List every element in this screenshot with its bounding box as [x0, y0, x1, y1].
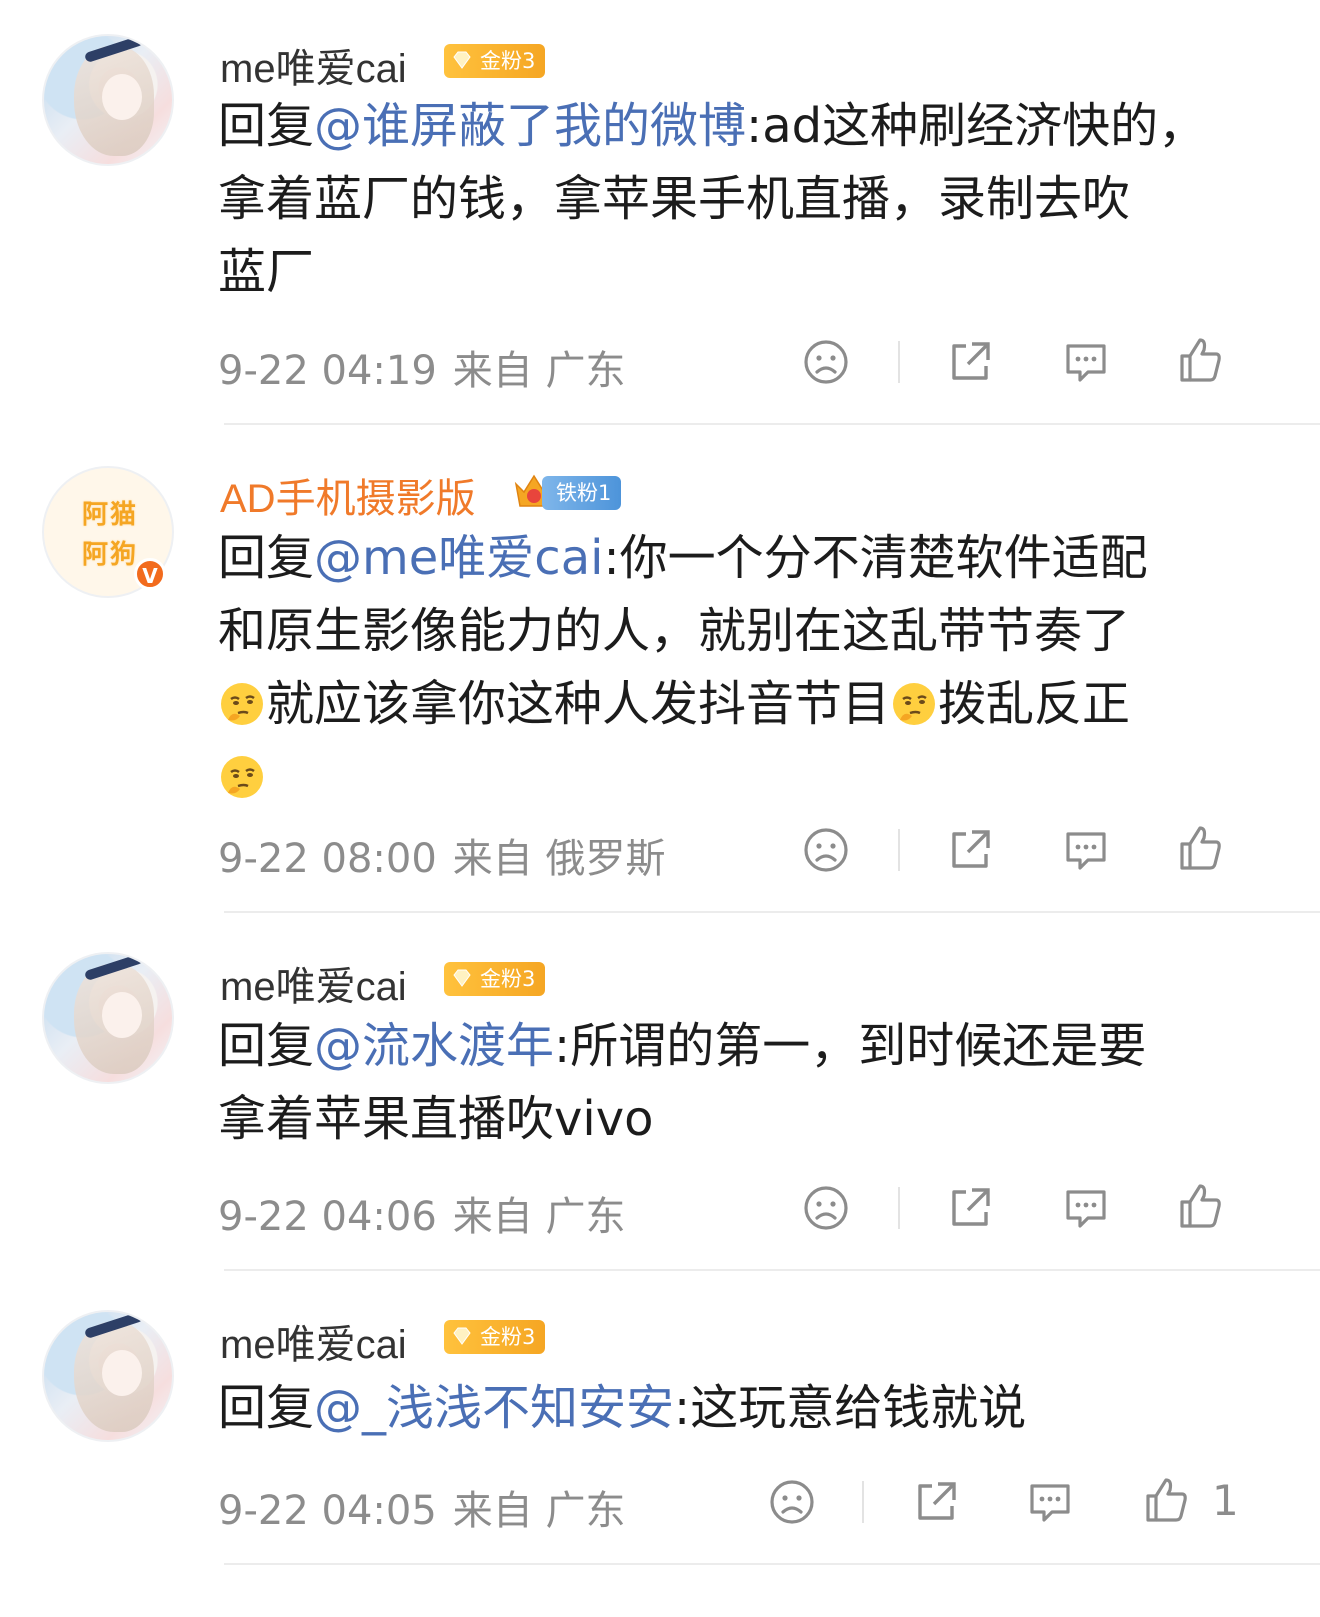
share-icon[interactable]: [944, 336, 996, 388]
username[interactable]: AD手机摄影版: [220, 466, 476, 524]
frown-icon[interactable]: [800, 1182, 852, 1234]
timestamp: 9-22 04:06: [218, 1194, 437, 1240]
comment-text: 回复@谁屏蔽了我的微博:ad这种刷经济快的， 拿着蓝厂的钱，拿苹果手机直播，录制…: [218, 98, 1207, 300]
avatar[interactable]: [42, 1310, 174, 1442]
divider: [224, 911, 1320, 913]
share-icon[interactable]: [910, 1476, 962, 1528]
thinking-face-emoji: [893, 683, 936, 725]
divider: [224, 1563, 1320, 1565]
fan-badge: 金粉3: [444, 44, 546, 78]
thumbs-up-icon[interactable]: [1174, 1180, 1226, 1232]
like-count: 1: [1212, 1476, 1239, 1525]
divider: [862, 1481, 864, 1523]
divider: [898, 341, 900, 383]
thinking-face-emoji: [221, 756, 263, 798]
timestamp: 9-22 04:05: [218, 1488, 437, 1534]
gem-icon: [453, 1327, 471, 1345]
avatar-text: 阿猫: [81, 500, 138, 530]
frown-icon[interactable]: [766, 1476, 818, 1528]
thumbs-up-icon[interactable]: [1140, 1474, 1192, 1526]
fan-badge: 铁粉1: [542, 476, 622, 510]
reply-prefix: 回复: [218, 98, 315, 154]
avatar[interactable]: [42, 952, 174, 1084]
reply-prefix: 回复: [218, 530, 315, 586]
reply-prefix: 回复: [218, 1380, 315, 1436]
comment-icon[interactable]: [1060, 336, 1112, 388]
share-icon[interactable]: [944, 824, 996, 876]
username[interactable]: me唯爱cai: [220, 1312, 407, 1370]
frown-icon[interactable]: [800, 824, 852, 876]
verified-badge: V: [134, 558, 166, 590]
thumbs-up-icon[interactable]: [1174, 334, 1226, 386]
mention-link[interactable]: @me唯爱cai: [314, 530, 603, 586]
thumbs-up-icon[interactable]: [1174, 822, 1226, 874]
username[interactable]: me唯爱cai: [220, 36, 407, 94]
comment-icon[interactable]: [1060, 1182, 1112, 1234]
fan-badge: 金粉3: [444, 962, 546, 996]
comment-text: 回复@me唯爱cai:你一个分不清楚软件适配 和原生影像能力的人，就别在这乱带节…: [218, 522, 1258, 814]
source-location: 来自 俄罗斯: [452, 836, 666, 882]
source-location: 来自 广东: [452, 1488, 626, 1534]
mention-link[interactable]: @流水渡年: [314, 1018, 554, 1074]
avatar-text: 阿狗: [81, 540, 138, 570]
avatar[interactable]: [42, 34, 174, 166]
comment-icon[interactable]: [1060, 824, 1112, 876]
comment-meta: 9-22 04:06 来自 广东: [218, 1184, 626, 1242]
source-location: 来自 广东: [452, 1194, 626, 1240]
divider: [224, 423, 1320, 425]
comment-text: 回复@流水渡年:所谓的第一，到时候还是要 拿着苹果直播吹vivo: [218, 1018, 1147, 1147]
username[interactable]: me唯爱cai: [220, 954, 407, 1012]
comment-icon[interactable]: [1024, 1476, 1076, 1528]
reply-prefix: 回复: [218, 1018, 315, 1074]
mention-link[interactable]: @谁屏蔽了我的微博: [314, 98, 746, 154]
thinking-face-emoji: [221, 683, 263, 725]
frown-icon[interactable]: [800, 336, 852, 388]
divider: [898, 1187, 900, 1229]
comment-meta: 9-22 04:19 来自 广东: [218, 338, 626, 396]
divider: [224, 1269, 1320, 1271]
gem-icon: [453, 51, 471, 69]
divider: [898, 829, 900, 871]
comment-meta: 9-22 08:00 来自 俄罗斯: [218, 826, 666, 884]
mention-link[interactable]: @_浅浅不知安安: [314, 1380, 674, 1436]
timestamp: 9-22 08:00: [218, 836, 437, 882]
source-location: 来自 广东: [452, 348, 626, 394]
fan-badge: 金粉3: [444, 1320, 546, 1354]
comment-text: 回复@_浅浅不知安安:这玩意给钱就说: [218, 1380, 1027, 1436]
gem-icon: [453, 969, 471, 987]
timestamp: 9-22 04:19: [218, 348, 437, 394]
share-icon[interactable]: [944, 1182, 996, 1234]
comment-meta: 9-22 04:05 来自 广东: [218, 1478, 626, 1536]
